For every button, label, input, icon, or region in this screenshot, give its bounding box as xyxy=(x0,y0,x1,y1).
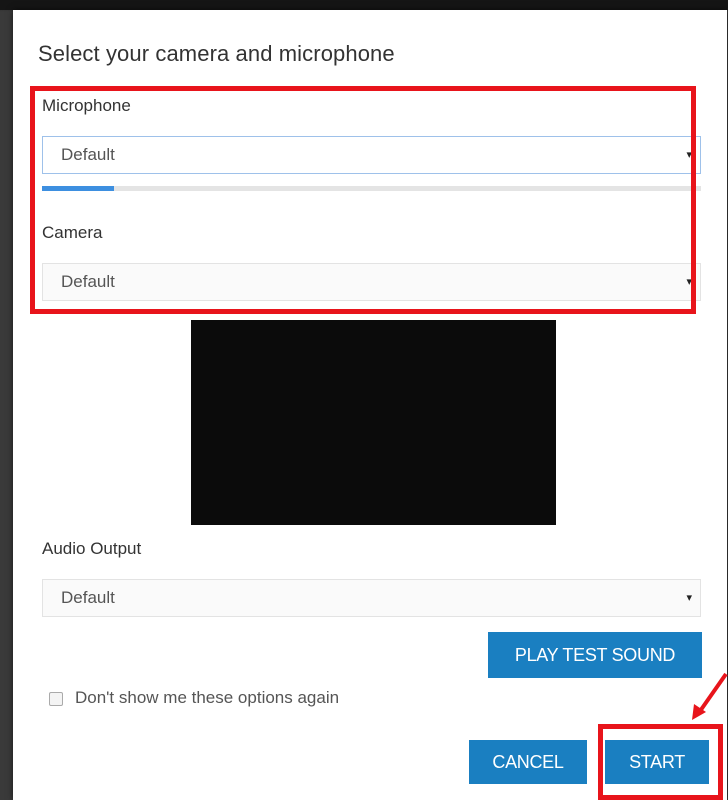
camera-preview xyxy=(191,320,556,525)
start-button[interactable]: START xyxy=(605,740,709,784)
play-test-sound-button[interactable]: PLAY TEST SOUND xyxy=(488,632,702,678)
audio-output-select-value: Default xyxy=(61,588,115,607)
dialog-title: Select your camera and microphone xyxy=(38,41,395,66)
audio-output-select[interactable]: Default ▾ xyxy=(42,579,701,617)
annotation-arrow-icon xyxy=(692,672,728,720)
dont-show-again-checkbox[interactable] xyxy=(49,692,63,706)
annotation-highlight-box xyxy=(30,86,696,314)
dont-show-again-label[interactable]: Don't show me these options again xyxy=(75,688,339,708)
device-settings-dialog: Select your camera and microphone Microp… xyxy=(13,10,727,800)
cancel-button[interactable]: CANCEL xyxy=(469,740,587,784)
audio-output-label: Audio Output xyxy=(42,539,142,558)
caret-down-icon: ▾ xyxy=(686,592,692,604)
background-top-strip xyxy=(0,0,728,10)
